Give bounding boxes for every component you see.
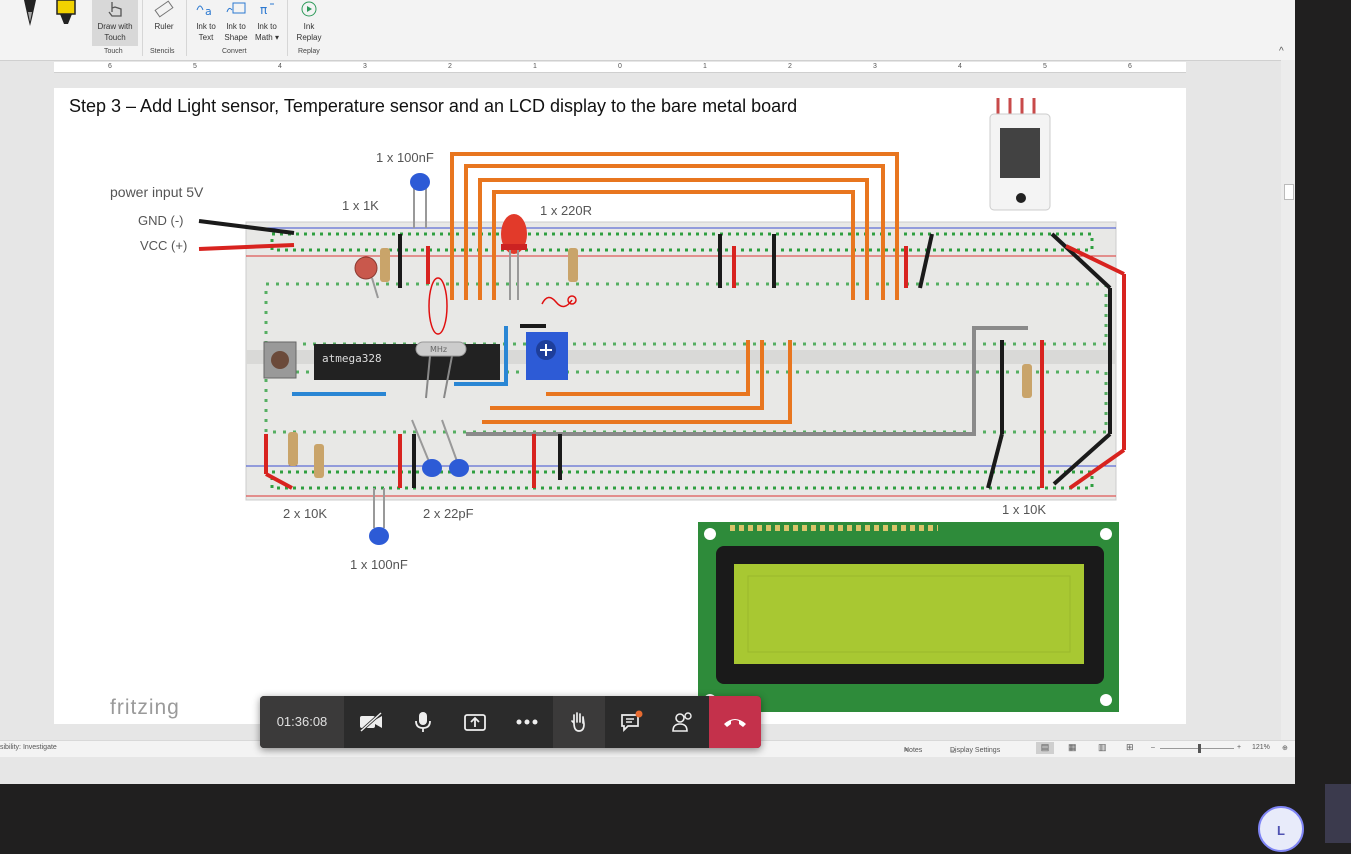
- ink-to-math-button[interactable]: π Ink to Math ▾: [250, 0, 284, 43]
- ink-to-shape-icon: [226, 2, 246, 14]
- share-screen-button[interactable]: [449, 696, 501, 748]
- ruler-button[interactable]: Ruler: [147, 0, 181, 32]
- raise-hand-icon: [571, 712, 585, 732]
- label-resistor-1x10k: 1 x 10K: [1002, 502, 1047, 517]
- zoom-slider[interactable]: [1160, 748, 1234, 749]
- ink-to-text-button[interactable]: a Ink to Text: [189, 0, 223, 43]
- draw-with-touch-button[interactable]: Draw with Touch: [92, 0, 138, 46]
- label-resistor-2x10k: 2 x 10K: [283, 506, 328, 521]
- lcd-display: [698, 522, 1119, 712]
- side-panel-edge: [1325, 784, 1351, 843]
- divider: [142, 0, 143, 56]
- pen-icon[interactable]: [20, 0, 40, 28]
- chat-icon: [621, 710, 643, 733]
- participants-button[interactable]: [657, 696, 709, 748]
- label-capacitors-22pf: 2 x 22pF: [423, 506, 474, 521]
- slideshow-icon[interactable]: ⊞: [1126, 742, 1134, 753]
- slide-canvas[interactable]: Step 3 – Add Light sensor, Temperature s…: [54, 88, 1186, 724]
- ribbon: Draw with Touch Touch Ruler Stencils a I…: [0, 0, 1295, 61]
- chat-button[interactable]: [605, 696, 657, 748]
- label-vcc: VCC (+): [140, 238, 188, 253]
- zoom-in-icon[interactable]: +: [1237, 744, 1241, 751]
- ruler-icon: [154, 0, 174, 18]
- chip-label: atmega328: [322, 352, 382, 365]
- microphone-button[interactable]: [397, 696, 449, 748]
- crystal-label: MHz: [430, 345, 447, 354]
- participants-icon: [672, 712, 692, 732]
- vertical-scrollbar[interactable]: [1281, 60, 1295, 740]
- scroll-thumb[interactable]: [1284, 184, 1294, 200]
- chevron-down-icon: ▾: [272, 33, 280, 42]
- raise-hand-button[interactable]: [553, 696, 605, 748]
- normal-view-icon[interactable]: ▤: [1036, 742, 1054, 754]
- group-stencils: Stencils: [150, 48, 175, 55]
- accessibility-status[interactable]: sibility: Investigate: [0, 744, 57, 751]
- hang-up-button[interactable]: [709, 696, 761, 748]
- group-replay: Replay: [298, 48, 320, 55]
- collapse-ribbon-icon[interactable]: ^: [1279, 46, 1284, 57]
- camera-toggle-button[interactable]: [345, 696, 397, 748]
- meeting-footer: [0, 784, 1351, 843]
- reading-view-icon[interactable]: ▥: [1098, 742, 1107, 753]
- call-controls-bar: 01:36:08: [260, 696, 761, 748]
- potentiometer: [526, 332, 568, 380]
- hand-touch-icon: [108, 2, 122, 17]
- label-resistor-220r: 1 x 220R: [540, 203, 593, 218]
- zoom-out-icon[interactable]: –: [1151, 744, 1155, 751]
- avatar[interactable]: L: [1258, 806, 1304, 852]
- call-timer: 01:36:08: [260, 696, 344, 748]
- group-touch: Touch: [104, 48, 123, 55]
- label-gnd: GND (-): [138, 213, 184, 228]
- microphone-icon: [415, 712, 431, 732]
- fit-to-window-icon[interactable]: ⊕: [1282, 744, 1288, 752]
- zoom-level[interactable]: 121%: [1252, 744, 1270, 751]
- group-convert: Convert: [222, 48, 247, 55]
- zoom-slider-thumb[interactable]: [1198, 744, 1201, 753]
- svg-text:π: π: [260, 3, 267, 17]
- phone-hangup-icon: [724, 719, 746, 727]
- more-icon: [516, 719, 538, 725]
- camera-off-icon: [359, 711, 383, 733]
- more-options-button[interactable]: [501, 696, 553, 748]
- fritzing-watermark: fritzing: [110, 696, 180, 719]
- label-power-input: power input 5V: [110, 184, 204, 200]
- divider: [186, 0, 187, 56]
- ink-to-shape-button[interactable]: Ink to Shape: [219, 0, 253, 43]
- ink-replay-button[interactable]: Ink Replay: [292, 0, 326, 43]
- svg-text:a: a: [205, 5, 212, 18]
- label-cap-bottom: 1 x 100nF: [350, 557, 408, 572]
- slide-sorter-icon[interactable]: ▦: [1068, 742, 1077, 753]
- horizontal-ruler: 6 5 4 3 2 1 0 1 2 3 4 5 6: [54, 62, 1186, 73]
- share-icon: [464, 714, 486, 731]
- temperature-sensor: [989, 98, 1051, 211]
- label-resistor-1k: 1 x 1K: [342, 198, 379, 213]
- divider: [287, 0, 288, 56]
- powerpoint-window: Draw with Touch Touch Ruler Stencils a I…: [0, 0, 1295, 784]
- ink-to-math-icon: π: [260, 3, 274, 17]
- label-cap-top: 1 x 100nF: [376, 150, 434, 165]
- highlighter-icon[interactable]: [54, 0, 78, 28]
- replay-icon: [301, 1, 317, 17]
- ink-to-text-icon: a: [196, 5, 212, 18]
- breadboard-diagram: atmega328 MHz: [198, 98, 1126, 712]
- atmega328-chip: atmega328: [314, 344, 500, 380]
